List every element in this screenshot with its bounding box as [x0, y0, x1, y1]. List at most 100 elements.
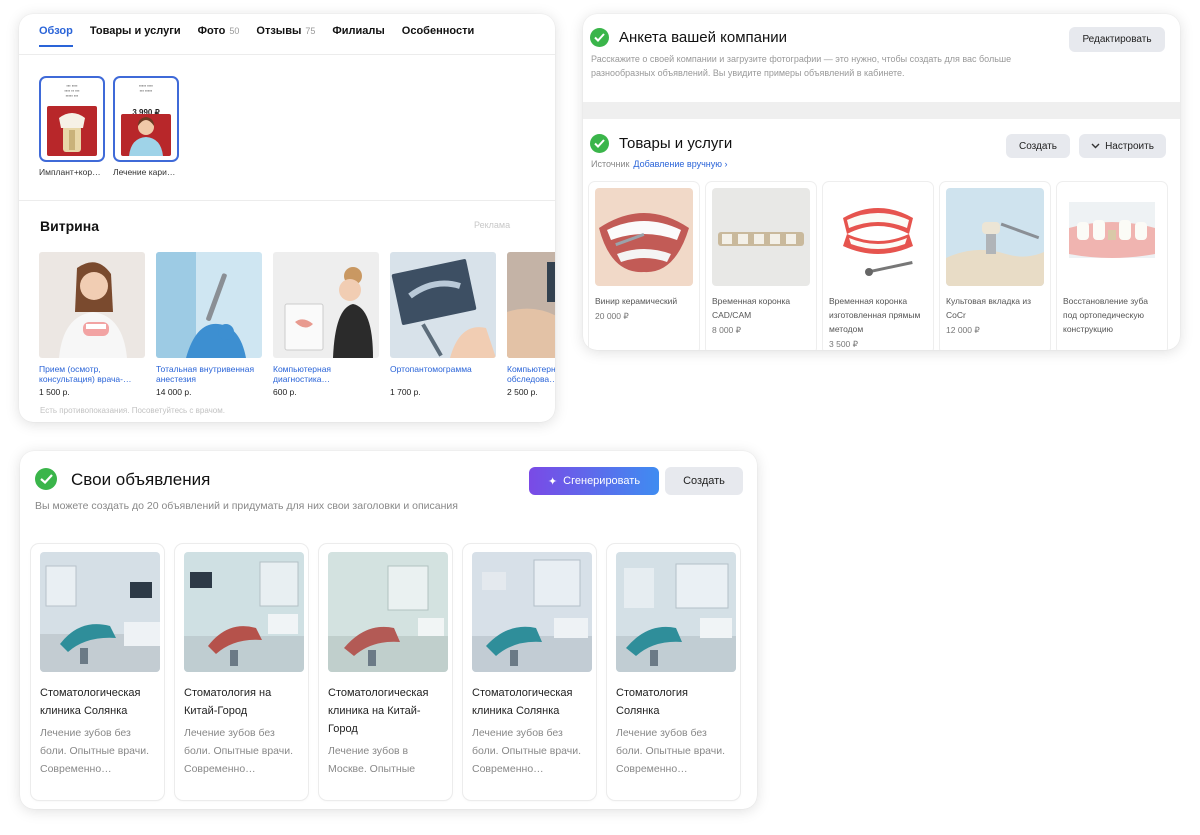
- dentist-with-model-image: [39, 252, 145, 358]
- doctor-image: [121, 114, 171, 156]
- create-ad-label: Создать: [683, 475, 725, 487]
- tab-count: 50: [229, 26, 240, 36]
- vitrina-item[interactable]: Ортопантомограмма 1 700 р.: [390, 252, 496, 397]
- ad-card[interactable]: Стоматологическая клиника Солянка Лечени…: [31, 544, 164, 800]
- source-link[interactable]: Добавление вручную ›: [633, 159, 727, 169]
- ad-card[interactable]: Стоматология на Китай-Город Лечение зубо…: [175, 544, 308, 800]
- vitrina-item[interactable]: Компьютерное обследова… 2 500 р.: [507, 252, 555, 397]
- tooth-implant-image: [47, 106, 97, 156]
- sparkle-icon: ✦: [547, 475, 558, 488]
- ad-title: Стоматологическая клиника Солянка: [472, 687, 573, 717]
- tab-label: Обзор: [39, 25, 73, 37]
- vitrina-item[interactable]: Тотальная внутривенная анестезия 14 000 …: [156, 252, 262, 397]
- vitrina-list: Прием (осмотр, консультация) врача-… 1 5…: [39, 252, 555, 397]
- tab-label: Филиалы: [332, 25, 385, 37]
- ad-title: Стоматологическая клиника Солянка: [40, 687, 141, 717]
- dental-office-image: [184, 552, 304, 672]
- promo-caption: Лечение кари…: [113, 167, 176, 177]
- dentist-with-monitor-image: [273, 252, 379, 358]
- ad-text: Лечение зубов без боли. Опытные врачи. С…: [472, 727, 582, 775]
- goods-name: Временная коронка изготовленная прямым м…: [829, 296, 921, 334]
- denture-model-image: [829, 188, 927, 286]
- ad-text: Лечение зубов без боли. Опытные врачи. С…: [40, 727, 150, 775]
- generate-button[interactable]: ✦ Сгенерировать: [529, 467, 659, 495]
- company-overview-panel: Обзор Товары и услуги Фото 50 Отзывы 75 Фи…: [19, 14, 555, 422]
- vitrina-item-price: 600 р.: [273, 387, 297, 397]
- edit-button[interactable]: Редактировать: [1069, 27, 1165, 52]
- disclaimer-text: Есть противопоказания. Посоветуйтесь с в…: [40, 406, 225, 415]
- vitrina-item[interactable]: Компьютерная диагностика… 600 р.: [273, 252, 379, 397]
- goods-title: Товары и услуги: [619, 135, 733, 152]
- vitrina-item-name: Тотальная внутривенная анестезия: [156, 364, 255, 384]
- promo-caption: Имплант+кор…: [39, 167, 101, 177]
- tab-overview[interactable]: Обзор: [39, 24, 73, 47]
- goods-name: Восстановление зуба под ортопедическую к…: [1063, 296, 1148, 334]
- cocr-inlay-image: [946, 188, 1044, 286]
- chevron-down-icon: [1091, 141, 1100, 152]
- goods-name: Временная коронка CAD/CAM: [712, 296, 791, 320]
- create-ad-button[interactable]: Создать: [665, 467, 743, 495]
- goods-name: Культовая вкладка из CoCr: [946, 296, 1031, 320]
- goods-price: 12 000 ₽: [946, 325, 980, 335]
- ad-card[interactable]: Стоматологическая клиника на Китай-Город…: [319, 544, 452, 800]
- vitrina-item-name: Компьютерное обследова…: [507, 364, 555, 384]
- tab-goods-services[interactable]: Товары и услуги: [90, 24, 181, 37]
- ad-title: Стоматологическая клиника на Китай-Город: [328, 687, 429, 735]
- ad-title: Стоматология на Китай-Город: [184, 687, 272, 717]
- goods-item[interactable]: Временная коронка CAD/CAM 8 000 ₽: [706, 182, 816, 350]
- source-link-label: Добавление вручную: [633, 159, 723, 169]
- source-label: Источник: [591, 159, 630, 169]
- dental-office-image: [40, 552, 160, 672]
- chevron-right-icon: ›: [724, 159, 728, 169]
- create-button-label: Создать: [1018, 140, 1057, 152]
- veneer-smile-image: [595, 188, 693, 286]
- anesthesia-syringe-image: [156, 252, 262, 358]
- goods-name: Винир керамический: [595, 296, 678, 306]
- promo-list: ▪▪▪ ▪▪▪▪ ▪▪▪▪ ▪▪ ▪▪▪ ▪▪▪▪▪ ▪▪▪ Имплант+кор…: [39, 76, 179, 177]
- temporary-crown-image: [712, 188, 810, 286]
- tab-features[interactable]: Особенности: [402, 24, 474, 37]
- section-divider: [583, 102, 1180, 119]
- goods-item[interactable]: Винир керамический 20 000 ₽: [589, 182, 699, 350]
- ad-card[interactable]: Стоматология Солянка Лечение зубов без б…: [607, 544, 740, 800]
- goods-item[interactable]: Культовая вкладка из CoCr 12 000 ₽: [940, 182, 1050, 350]
- generate-button-label: Сгенерировать: [563, 475, 641, 487]
- goods-price: 20 000 ₽: [595, 311, 629, 321]
- vitrina-item-name: Компьютерная диагностика…: [273, 364, 332, 384]
- dental-office-image: [616, 552, 736, 672]
- company-description: Расскажите о своей компании и загрузите …: [591, 54, 1012, 78]
- goods-item[interactable]: Временная коронка изготовленная прямым м…: [823, 182, 933, 350]
- own-ads-panel: Свои объявления Вы можете создать до 20 …: [20, 451, 757, 809]
- ad-card[interactable]: Стоматологическая клиника Солянка Лечени…: [463, 544, 596, 800]
- divider: [19, 54, 555, 55]
- tab-photos[interactable]: Фото 50: [198, 24, 240, 37]
- tab-label: Особенности: [401, 25, 475, 37]
- tab-count: 75: [305, 26, 316, 36]
- configure-button-label: Настроить: [1105, 140, 1154, 152]
- tab-branches[interactable]: Филиалы: [332, 24, 384, 37]
- goods-item[interactable]: Восстановление зуба под ортопедическую к…: [1057, 182, 1167, 350]
- check-circle-icon: [590, 134, 609, 153]
- vitrina-item-price: 2 500 р.: [507, 387, 538, 397]
- vitrina-item-price: 1 700 р.: [390, 387, 421, 397]
- promo-item[interactable]: ▪▪▪ ▪▪▪▪ ▪▪▪▪ ▪▪ ▪▪▪ ▪▪▪▪▪ ▪▪▪ Имплант+кор…: [39, 76, 105, 177]
- configure-button[interactable]: Настроить: [1079, 134, 1166, 158]
- check-circle-icon: [35, 468, 57, 490]
- tab-label: Фото: [197, 25, 226, 37]
- edit-button-label: Редактировать: [1082, 34, 1152, 45]
- promo-item[interactable]: ▪▪▪▪▪ ▪▪▪▪ ▪▪▪ ▪▪▪▪▪ 3 990 ₽ Лечение кари…: [113, 76, 179, 177]
- tab-reviews[interactable]: Отзывы 75: [256, 24, 315, 37]
- promo-text-lines: ▪▪▪▪▪ ▪▪▪▪ ▪▪▪ ▪▪▪▪▪: [139, 83, 153, 93]
- vitrina-item[interactable]: Прием (осмотр, консультация) врача-… 1 5…: [39, 252, 145, 397]
- vitrina-item-price: 14 000 р.: [156, 387, 192, 397]
- check-circle-icon: [590, 28, 609, 47]
- ad-label: Реклама: [474, 220, 511, 230]
- tooth-restoration-image: [1063, 188, 1161, 286]
- company-title: Анкета вашей компании: [619, 29, 788, 46]
- promo-card-caries: ▪▪▪▪▪ ▪▪▪▪ ▪▪▪ ▪▪▪▪▪ 3 990 ₽: [113, 76, 179, 162]
- ads-title: Свои объявления: [71, 470, 211, 489]
- vitrina-title: Витрина: [40, 218, 99, 234]
- promo-card-implant: ▪▪▪ ▪▪▪▪ ▪▪▪▪ ▪▪ ▪▪▪ ▪▪▪▪▪ ▪▪▪: [39, 76, 105, 162]
- goods-price: 3 500 ₽: [829, 339, 859, 349]
- create-goods-button[interactable]: Создать: [1006, 134, 1070, 158]
